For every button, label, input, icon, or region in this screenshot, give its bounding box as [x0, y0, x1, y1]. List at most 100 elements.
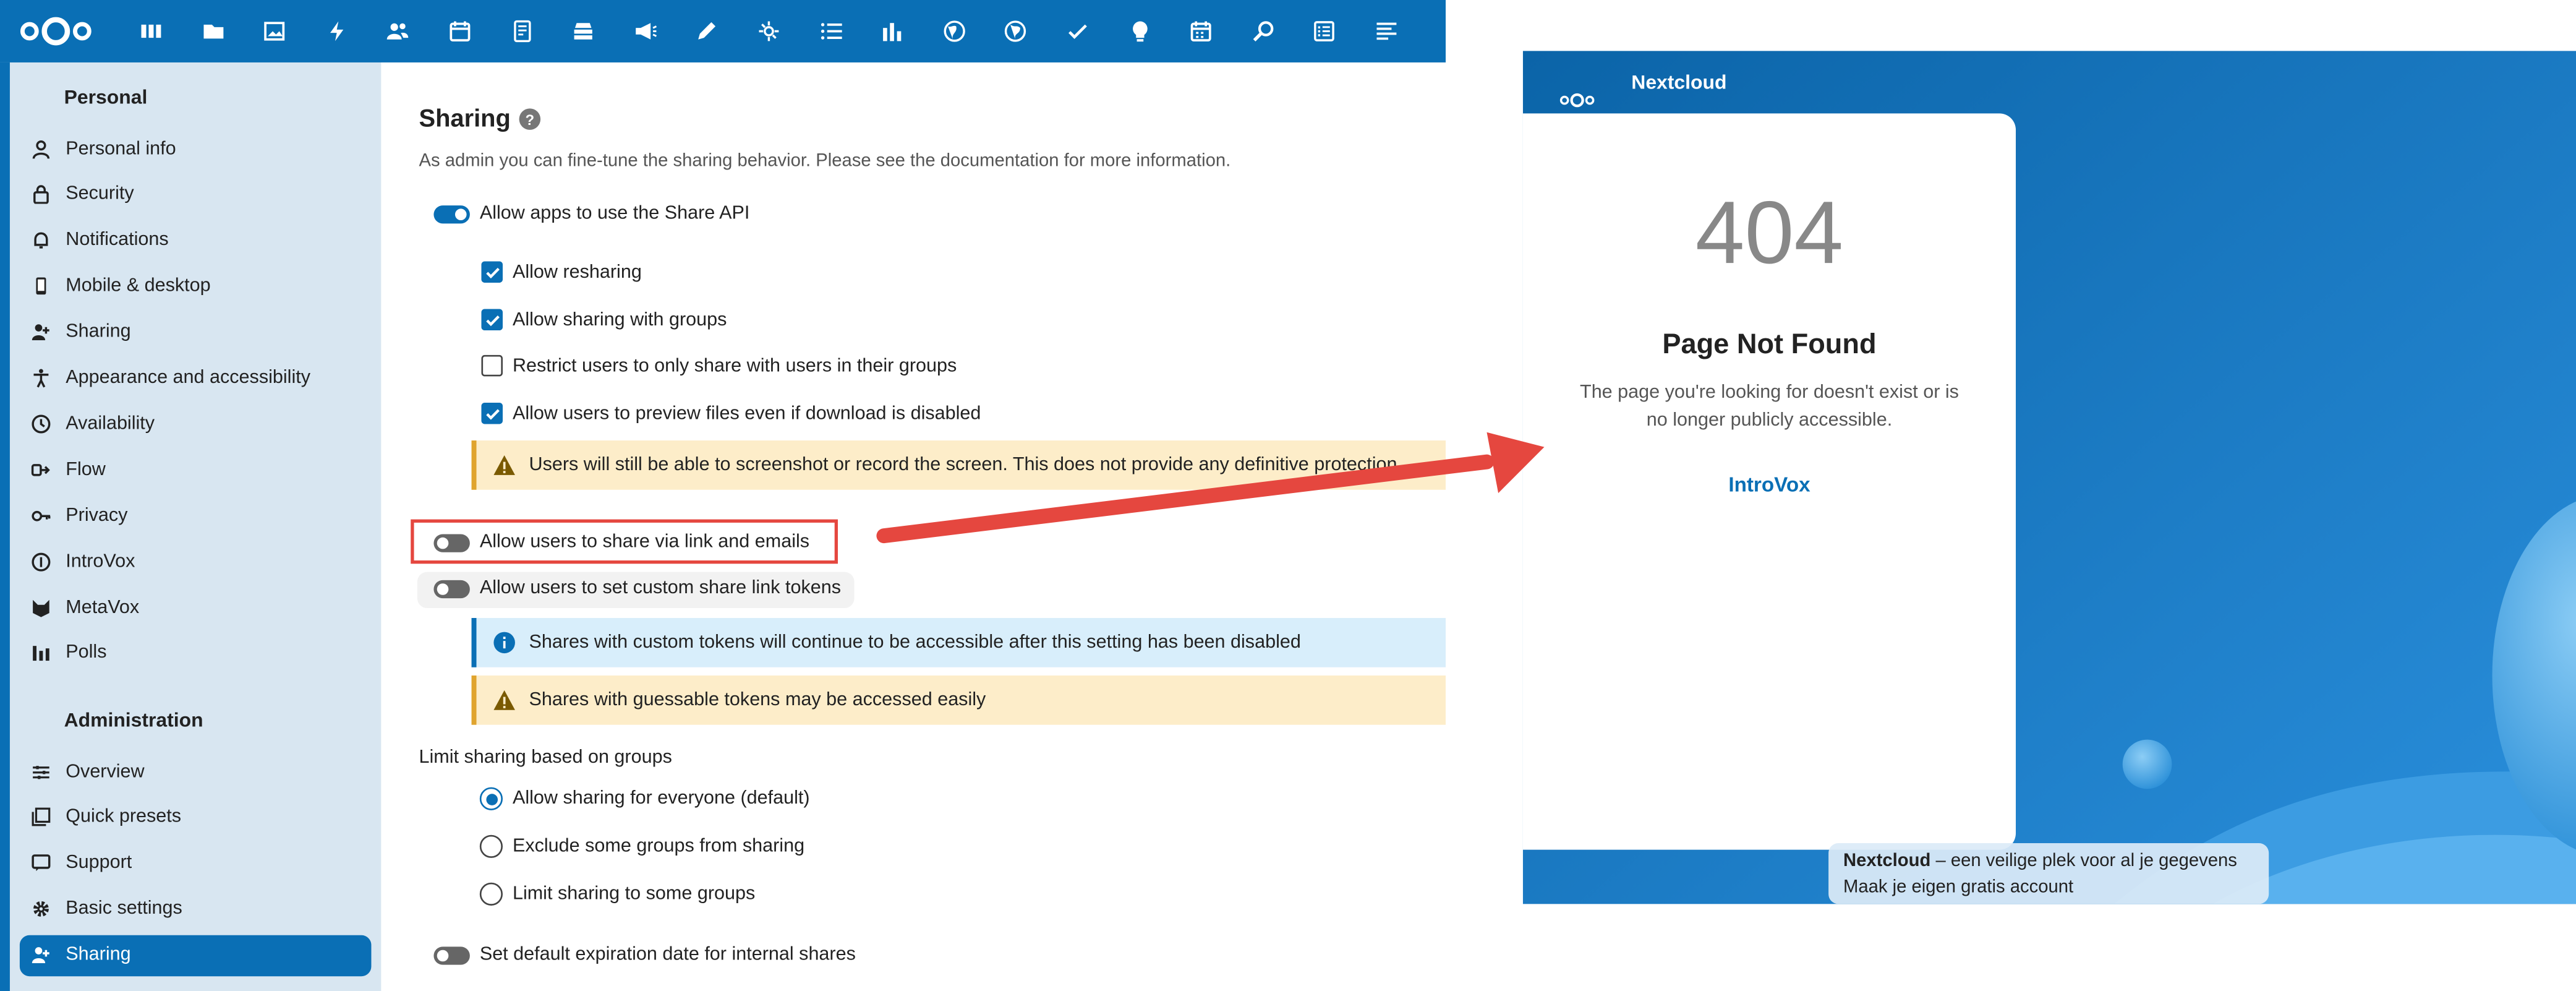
gear-icon — [30, 898, 53, 920]
sidebar-item-metavox[interactable]: MetaVox — [20, 587, 372, 628]
support-icon — [30, 852, 53, 875]
sliders-icon — [30, 760, 53, 783]
calendar-2-icon[interactable] — [1188, 18, 1214, 45]
sidebar-item-label: Sharing — [66, 322, 131, 342]
sidebar-item-label: MetaVox — [66, 597, 140, 617]
custom-tokens-toggle[interactable]: Allow users to set custom share link tok… — [433, 578, 841, 598]
sidebar-item-label: Personal info — [66, 139, 176, 159]
sidebar-item-notifications[interactable]: Notifications — [20, 220, 372, 260]
deck-icon[interactable] — [570, 18, 597, 45]
text-icon[interactable] — [1373, 18, 1400, 45]
sidebar-item-flow[interactable]: Flow — [20, 449, 372, 490]
checkbox-checked-icon[interactable] — [481, 402, 503, 424]
highlight-box — [411, 519, 838, 564]
brand-name: Nextcloud — [1631, 71, 1727, 94]
footer-brand: Nextcloud — [1843, 851, 1931, 872]
checkbox-option[interactable]: Allow resharing — [481, 261, 642, 283]
files-icon[interactable] — [200, 18, 226, 45]
sidebar-item-quick-presets[interactable]: Quick presets — [20, 797, 372, 838]
warning-icon — [493, 690, 515, 710]
edit-icon[interactable] — [694, 18, 720, 45]
key-icon — [30, 504, 53, 527]
nextcloud-logo[interactable] — [18, 13, 93, 49]
sidebar-item-mobile-desktop[interactable]: Mobile & desktop — [20, 266, 372, 307]
tasks-icon[interactable] — [817, 18, 844, 45]
sidebar-item-label: Appearance and accessibility — [66, 368, 311, 388]
sidebar-item-sharing[interactable]: Sharing — [19, 934, 372, 976]
calendar-icon[interactable] — [447, 18, 474, 45]
sidebar-item-security[interactable]: Security — [20, 174, 372, 215]
preview-warning-note: Users will still be able to screenshot o… — [471, 440, 1446, 490]
user-icon — [30, 137, 53, 160]
sidebar-item-introvox[interactable]: IntroVox — [20, 541, 372, 581]
error-code: 404 — [1695, 184, 1844, 283]
sidebar-item-label: IntroVox — [66, 551, 135, 572]
search-icon[interactable] — [1250, 18, 1276, 45]
footer-cta[interactable]: Maak je eigen gratis account — [1843, 874, 2254, 901]
sidebar-item-sharing[interactable]: Sharing — [20, 312, 372, 353]
page-description: As admin you can fine-tune the sharing b… — [419, 151, 1231, 171]
toggle-switch-icon[interactable] — [433, 579, 470, 598]
checkbox-label: Allow resharing — [512, 262, 642, 282]
poll-icon — [30, 641, 53, 664]
sidebar-item-basic-settings[interactable]: Basic settings — [20, 889, 372, 930]
administration-heading: Administration — [64, 708, 203, 732]
sidebar-item-privacy[interactable]: Privacy — [20, 495, 372, 536]
sidebar-item-availability[interactable]: Availability — [20, 403, 372, 444]
sidebar-item-personal-info[interactable]: Personal info — [20, 128, 372, 169]
sidebar-item-support[interactable]: Support — [20, 843, 372, 883]
help-icon[interactable]: ? — [519, 108, 541, 130]
share-api-toggle[interactable]: Allow apps to use the Share API — [433, 204, 749, 223]
nextcloud-logo[interactable] — [1559, 90, 1595, 110]
checkbox-option[interactable]: Allow users to preview files even if dow… — [481, 402, 981, 424]
sidebar-item-label: Mobile & desktop — [66, 276, 211, 296]
dashboard-icon[interactable] — [138, 18, 164, 45]
checkbox-checked-icon[interactable] — [481, 309, 503, 331]
checkmark-icon[interactable] — [1065, 18, 1091, 45]
checkbox-unchecked-icon[interactable] — [481, 354, 503, 377]
radio-label: Limit sharing to some groups — [512, 884, 756, 904]
announcements-icon[interactable] — [632, 18, 659, 45]
radio-option[interactable]: Exclude some groups from sharing — [479, 834, 804, 858]
tokens-info-note: Shares with custom tokens will continue … — [471, 617, 1446, 667]
sidebar-item-label: Overview — [66, 761, 145, 782]
radio-option[interactable]: Allow sharing for everyone (default) — [479, 787, 810, 810]
toggle-switch-icon[interactable] — [433, 946, 470, 964]
analytics-icon[interactable] — [879, 18, 906, 45]
radio-unselected-icon[interactable] — [479, 882, 503, 906]
radio-selected-icon[interactable] — [479, 787, 503, 810]
apps-icon[interactable] — [756, 18, 782, 45]
radio-label: Allow sharing for everyone (default) — [512, 789, 810, 809]
tokens-warning-text: Shares with guessable tokens may be acce… — [529, 690, 986, 710]
notes-icon[interactable] — [509, 18, 535, 45]
flow-icon — [30, 458, 53, 481]
tokens-warning-note: Shares with guessable tokens may be acce… — [471, 675, 1446, 725]
admin-sharing-screenshot: Personal Personal info Security Notificati… — [0, 0, 1446, 991]
photos-icon[interactable] — [262, 18, 288, 45]
sidebar-item-polls[interactable]: Polls — [20, 633, 372, 674]
sidebar-item-overview[interactable]: Overview — [20, 751, 372, 792]
intros-icon[interactable] — [1127, 18, 1153, 45]
presets-icon — [30, 806, 53, 829]
share-user-icon — [30, 943, 53, 966]
radio-option[interactable]: Limit sharing to some groups — [479, 882, 756, 906]
globe-2-icon[interactable] — [1003, 18, 1030, 45]
introvox-link[interactable]: IntroVox — [1523, 473, 2016, 496]
checkbox-checked-icon[interactable] — [481, 261, 503, 283]
checkbox-option[interactable]: Restrict users to only share with users … — [481, 354, 957, 377]
expiration-toggle[interactable]: Set default expiration date for internal… — [433, 945, 856, 965]
forms-icon[interactable] — [1311, 18, 1338, 45]
globe-icon[interactable] — [941, 18, 968, 45]
sidebar-item-label: Quick presets — [66, 807, 182, 828]
activity-icon[interactable] — [323, 18, 350, 45]
contacts-icon[interactable] — [385, 18, 412, 45]
footer-line-1: Nextcloud – een veilige plek voor al je … — [1843, 848, 2254, 875]
sidebar-item-label: Polls — [66, 643, 107, 663]
toggle-switch-icon[interactable] — [433, 204, 470, 223]
sidebar-item-appearance-and-accessibility[interactable]: Appearance and accessibility — [20, 358, 372, 398]
radio-unselected-icon[interactable] — [479, 834, 503, 858]
page-title: Sharing — [419, 105, 511, 134]
checkbox-option[interactable]: Allow sharing with groups — [481, 309, 727, 331]
expiration-label: Set default expiration date for internal… — [479, 945, 856, 965]
footer-banner[interactable]: Nextcloud – een veilige plek voor al je … — [1828, 843, 2269, 904]
